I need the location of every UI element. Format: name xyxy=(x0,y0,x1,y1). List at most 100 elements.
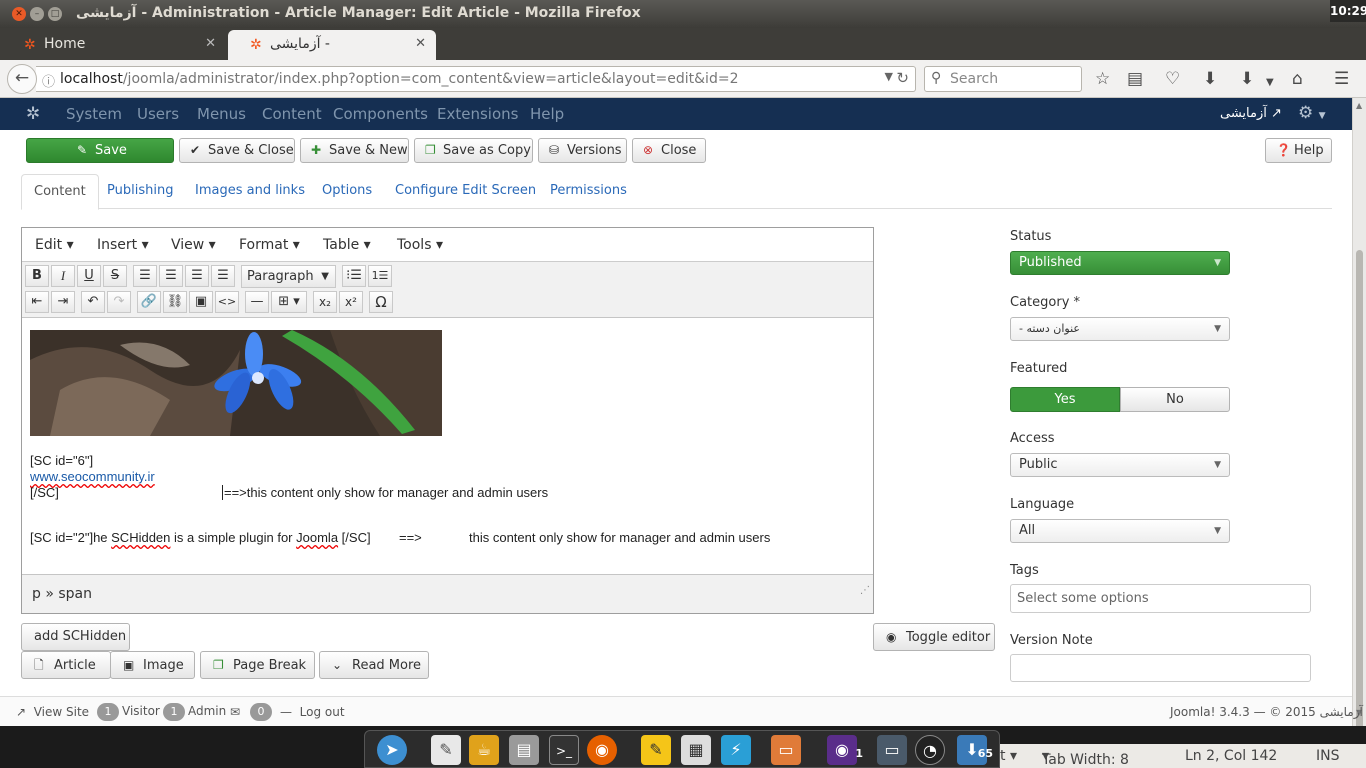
numbered-list-icon[interactable]: 1☰ xyxy=(368,265,392,287)
window-maximize-button[interactable]: □ xyxy=(48,7,62,21)
editor-content[interactable]: [SC id="6"] www.seocommunity.ir [/SC] ==… xyxy=(22,318,873,574)
superscript-icon[interactable]: x² xyxy=(339,291,363,313)
text-editor-icon[interactable]: ✎ xyxy=(431,735,461,765)
underline-icon[interactable]: U xyxy=(77,265,101,287)
insert-article-button[interactable]: 🗋 Article xyxy=(21,651,111,679)
tab-content[interactable]: Content xyxy=(21,174,99,210)
link-icon[interactable]: 🔗 xyxy=(137,291,161,313)
undo-icon[interactable]: ↶ xyxy=(81,291,105,313)
logout-link[interactable]: — Log out xyxy=(280,705,345,719)
tab-width-select[interactable]: Tab Width: 8 ▾ xyxy=(1042,748,1129,768)
add-schidden-button[interactable]: add SCHidden xyxy=(21,623,130,651)
messages-status[interactable]: 0 xyxy=(250,703,275,721)
help-button[interactable]: ❓ Help xyxy=(1265,138,1332,163)
element-path[interactable]: p » span xyxy=(32,586,92,602)
firefox-icon[interactable]: ◉ xyxy=(587,735,617,765)
browser-tab-home[interactable]: ✲ Home ✕ xyxy=(2,30,226,60)
align-right-icon[interactable]: ☰ xyxy=(185,265,209,287)
history-dropdown-icon[interactable]: ▼ xyxy=(885,70,893,83)
home-icon[interactable]: ⌂ xyxy=(1292,69,1303,89)
site-info-icon[interactable]: ⓘ xyxy=(42,71,55,90)
close-button[interactable]: ⊗ Close xyxy=(632,138,706,163)
featured-no-button[interactable]: No xyxy=(1120,387,1230,412)
category-select[interactable]: - عنوان دسته ▼ xyxy=(1010,317,1230,341)
save-new-button[interactable]: ✚ Save & New xyxy=(300,138,409,163)
status-select[interactable]: Published ▼ xyxy=(1010,251,1230,275)
display-icon[interactable]: ▭ xyxy=(877,735,907,765)
menu-extensions[interactable]: Extensions xyxy=(437,105,518,123)
telegram-icon[interactable]: ➤ xyxy=(377,735,407,765)
tab-images-and-links[interactable]: Images and links xyxy=(183,174,317,209)
joomla-logo-icon[interactable]: ✲ xyxy=(26,104,40,124)
paragraph-format-select[interactable]: Paragraph ▼ xyxy=(241,265,336,288)
editor-menu-insert[interactable]: Insert ▾ xyxy=(97,237,149,253)
table-icon[interactable]: ⊞ ▾ xyxy=(271,291,307,313)
bold-icon[interactable]: B xyxy=(25,265,49,287)
subscript-icon[interactable]: x₂ xyxy=(313,291,337,313)
teapot-icon[interactable]: ☕ xyxy=(469,735,499,765)
special-character-icon[interactable]: Ω xyxy=(369,291,393,313)
calculator-icon[interactable]: ▦ xyxy=(681,735,711,765)
gear-icon[interactable]: ⚙ ▼ xyxy=(1298,103,1326,123)
indent-icon[interactable]: ⇥ xyxy=(51,291,75,313)
editor-menu-format[interactable]: Format ▾ xyxy=(239,237,300,253)
page-break-button[interactable]: ❐ Page Break xyxy=(200,651,315,679)
url-bar[interactable]: ⓘ localhost/joomla/administrator/index.p… xyxy=(36,66,916,92)
menu-content[interactable]: Content xyxy=(262,105,322,123)
search-input[interactable]: ⚲ Search xyxy=(924,66,1082,92)
tab-permissions[interactable]: Permissions xyxy=(538,174,639,209)
menu-components[interactable]: Components xyxy=(333,105,428,123)
tab-configure-edit-screen[interactable]: Configure Edit Screen xyxy=(383,174,548,209)
tab-options[interactable]: Options xyxy=(310,174,384,209)
scrollbar-thumb[interactable] xyxy=(1356,250,1363,768)
save-button[interactable]: ✎ Save xyxy=(26,138,174,163)
version-note-input[interactable] xyxy=(1010,654,1311,682)
image-icon[interactable]: ▣ xyxy=(189,291,213,313)
insert-image-button[interactable]: ▣ Image xyxy=(110,651,195,679)
bullet-list-icon[interactable]: ⁝☰ xyxy=(342,265,366,287)
resize-handle-icon[interactable]: ⋰ xyxy=(860,572,870,610)
toggle-editor-button[interactable]: ◉ Toggle editor xyxy=(873,623,995,651)
software-updater-icon[interactable]: ⬇ 65 xyxy=(957,735,993,765)
save-as-copy-button[interactable]: ❐ Save as Copy xyxy=(414,138,533,163)
firefox-window-icon[interactable]: ◉ 1 xyxy=(827,735,863,765)
outdent-icon[interactable]: ⇤ xyxy=(25,291,49,313)
read-more-button[interactable]: ⌄ Read More xyxy=(319,651,429,679)
page-scrollbar[interactable]: ▲ ▼ xyxy=(1352,98,1366,768)
tab-close-icon[interactable]: ✕ xyxy=(415,30,426,58)
system-monitor-icon[interactable]: ◔ xyxy=(915,735,945,765)
browser-tab-admin[interactable]: ✲ آزمایشی - Administ... ✕ xyxy=(228,30,436,80)
save-close-button[interactable]: ✔ Save & Close xyxy=(179,138,295,163)
bookmark-star-icon[interactable]: ☆ xyxy=(1095,69,1110,89)
redo-icon[interactable]: ↷ xyxy=(107,291,131,313)
access-select[interactable]: Public ▼ xyxy=(1010,453,1230,477)
power-app-icon[interactable]: ⚡ xyxy=(721,735,751,765)
reading-list-icon[interactable]: ▤ xyxy=(1127,69,1143,89)
language-select[interactable]: All ▼ xyxy=(1010,519,1230,543)
code-icon[interactable]: <> xyxy=(215,291,239,313)
versions-button[interactable]: ⛁ Versions xyxy=(538,138,627,163)
addon-download-icon[interactable]: ⬇ xyxy=(1240,69,1254,89)
align-left-icon[interactable]: ☰ xyxy=(133,265,157,287)
featured-yes-button[interactable]: Yes xyxy=(1010,387,1120,412)
menu-menus[interactable]: Menus xyxy=(197,105,246,123)
menu-system[interactable]: System xyxy=(66,105,122,123)
editor-menu-edit[interactable]: Edit ▾ xyxy=(35,237,74,253)
reload-icon[interactable]: ↻ xyxy=(896,69,909,87)
editor-menu-tools[interactable]: Tools ▾ xyxy=(397,237,443,253)
window-close-button[interactable]: ✕ xyxy=(12,7,26,21)
downloads-icon[interactable]: ⬇ xyxy=(1203,69,1217,89)
tab-publishing[interactable]: Publishing xyxy=(95,174,185,209)
menu-help[interactable]: Help xyxy=(530,105,564,123)
menu-users[interactable]: Users xyxy=(137,105,179,123)
file-cabinet-icon[interactable]: ▤ xyxy=(509,735,539,765)
horizontal-rule-icon[interactable]: — xyxy=(245,291,269,313)
unlink-icon[interactable]: ⛓ xyxy=(163,291,187,313)
italic-icon[interactable]: I xyxy=(51,265,75,287)
scroll-up-icon[interactable]: ▲ xyxy=(1356,101,1362,110)
terminal-icon[interactable]: >_ xyxy=(549,735,579,765)
editor-menu-table[interactable]: Table ▾ xyxy=(323,237,371,253)
tab-close-icon[interactable]: ✕ xyxy=(205,30,216,58)
site-name-link[interactable]: آزمایشی ↗ xyxy=(1220,106,1282,121)
align-center-icon[interactable]: ☰ xyxy=(159,265,183,287)
